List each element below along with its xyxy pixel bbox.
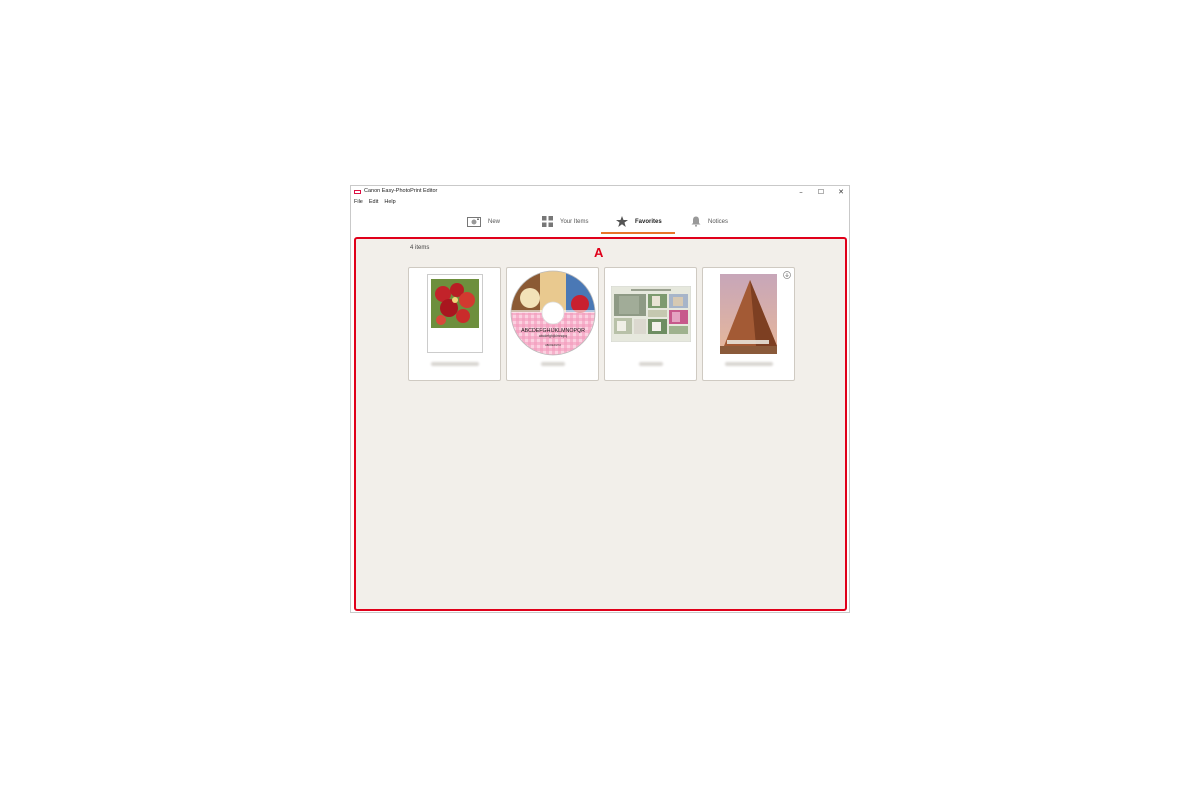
item-caption xyxy=(541,362,565,366)
item-caption xyxy=(725,362,773,366)
minimize-button[interactable]: – xyxy=(792,186,810,198)
tab-favorites[interactable]: Favorites xyxy=(616,210,662,233)
menu-bar: File Edit Help xyxy=(351,199,396,207)
item-caption xyxy=(431,362,479,366)
disc-label-subtitle: abcdefghijklmnopq xyxy=(539,334,567,338)
bell-icon xyxy=(691,216,701,227)
favorite-item-card[interactable] xyxy=(604,267,697,381)
favorites-area: 4 items ABCDEFGHIJKLMNOPQR abcdefghijklm… xyxy=(354,237,847,611)
app-icon xyxy=(354,190,361,194)
item-caption xyxy=(639,362,663,366)
tab-new[interactable]: New xyxy=(467,210,500,233)
tab-favorites-label: Favorites xyxy=(635,218,662,225)
favorite-item-card[interactable]: ABCDEFGHIJKLMNOPQR abcdefghijklmnopq ABC… xyxy=(506,267,599,381)
tab-notices-label: Notices xyxy=(708,218,729,225)
close-button[interactable]: ✕ xyxy=(832,186,850,198)
title-bar: Canon Easy-PhotoPrint Editor – ☐ ✕ xyxy=(351,186,849,198)
item-thumbnail-disc: ABCDEFGHIJKLMNOPQR abcdefghijklmnopq ABC… xyxy=(510,270,596,356)
menu-edit[interactable]: Edit xyxy=(369,199,378,207)
maximize-button[interactable]: ☐ xyxy=(812,186,830,198)
star-icon xyxy=(616,216,628,227)
tab-your-items-label: Your Items xyxy=(560,218,589,225)
item-thumbnail-flowers xyxy=(427,274,483,353)
item-count: 4 items xyxy=(410,245,430,251)
disc-label-footer: ABCDEFGHIJ xyxy=(545,344,562,347)
window-title: Canon Easy-PhotoPrint Editor xyxy=(364,188,438,194)
item-thumbnail-collage xyxy=(611,286,691,342)
tab-notices[interactable]: Notices xyxy=(691,210,728,233)
item-thumbnail-pyramid xyxy=(720,274,777,354)
menu-file[interactable]: File xyxy=(354,199,363,207)
main-tabs: New Your Items Favorites Notices xyxy=(351,210,849,234)
grid-icon xyxy=(542,216,553,227)
active-tab-indicator xyxy=(601,232,675,234)
tab-your-items[interactable]: Your Items xyxy=(542,210,588,233)
favorite-item-card[interactable] xyxy=(702,267,795,381)
download-icon[interactable] xyxy=(783,271,791,279)
tab-new-label: New xyxy=(488,218,501,225)
menu-help[interactable]: Help xyxy=(384,199,395,207)
annotation-marker: A xyxy=(594,245,604,260)
favorite-item-card[interactable] xyxy=(408,267,501,381)
new-photo-icon xyxy=(467,216,481,227)
